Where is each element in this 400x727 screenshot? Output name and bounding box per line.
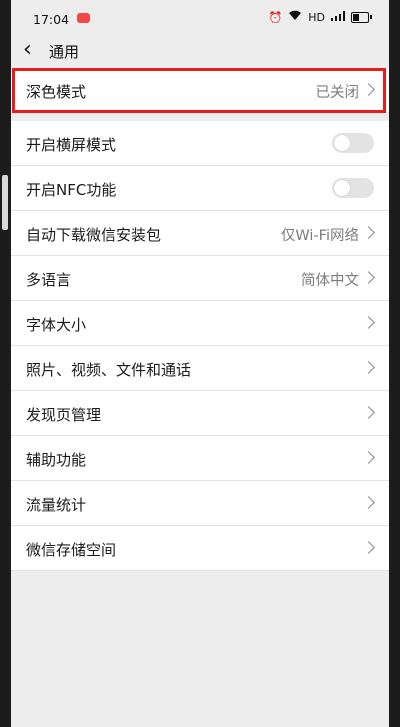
setting-media-calls[interactable]: 照片、视频、文件和通话	[11, 346, 389, 391]
setting-label: 开启横屏模式	[26, 136, 117, 154]
chevron-right-icon	[362, 451, 375, 464]
setting-dark-mode[interactable]: 深色模式 已关闭	[11, 68, 389, 113]
chevron-right-icon	[362, 541, 375, 554]
landscape-toggle[interactable]	[332, 133, 374, 153]
battery-icon	[351, 11, 372, 23]
chevron-right-icon	[362, 406, 375, 419]
signal-icon	[331, 10, 345, 24]
setting-label: 深色模式	[26, 83, 87, 101]
status-bar: 17:04 ⏰ HD	[11, 0, 389, 36]
page-title: 通用	[49, 43, 80, 61]
setting-label: 多语言	[26, 271, 72, 289]
setting-data-usage[interactable]: 流量统计	[11, 481, 389, 526]
notification-icon	[77, 13, 90, 23]
chevron-right-icon	[362, 361, 375, 374]
setting-nfc: 开启NFC功能	[11, 166, 389, 211]
settings-list: 深色模式 已关闭 开启横屏模式 开启NFC功能 自动下载微信安装包 仅Wi-Fi…	[11, 68, 389, 571]
chevron-right-icon	[362, 316, 375, 329]
side-handle	[2, 175, 8, 230]
setting-value: 仅Wi-Fi网络	[280, 228, 359, 244]
setting-storage[interactable]: 微信存储空间	[11, 526, 389, 571]
setting-auto-download[interactable]: 自动下载微信安装包 仅Wi-Fi网络	[11, 211, 389, 256]
status-icons: ⏰ HD	[268, 10, 372, 24]
setting-label: 开启NFC功能	[26, 181, 117, 199]
setting-label: 发现页管理	[26, 406, 102, 424]
toggle-knob	[334, 135, 350, 151]
chevron-right-icon	[362, 496, 375, 509]
chevron-right-icon	[362, 83, 375, 96]
setting-language[interactable]: 多语言 简体中文	[11, 256, 389, 301]
setting-landscape-mode: 开启横屏模式	[11, 121, 389, 166]
setting-label: 流量统计	[26, 496, 87, 514]
chevron-left-icon[interactable]: ‹	[23, 39, 43, 62]
setting-value: 简体中文	[301, 273, 359, 289]
chevron-right-icon	[362, 226, 375, 239]
setting-label: 照片、视频、文件和通话	[26, 361, 192, 379]
setting-label: 字体大小	[26, 316, 87, 334]
setting-label: 自动下载微信安装包	[26, 226, 162, 244]
hd-label: HD	[308, 10, 325, 24]
toggle-knob	[334, 180, 350, 196]
setting-accessibility[interactable]: 辅助功能	[11, 436, 389, 481]
alarm-icon: ⏰	[268, 10, 283, 24]
phone-screen: 17:04 ⏰ HD ‹ 通用 深色模式 已关闭 开启横屏模式 开启NFC功能 …	[11, 0, 389, 727]
setting-discover-management[interactable]: 发现页管理	[11, 391, 389, 436]
setting-label: 辅助功能	[26, 451, 87, 469]
setting-font-size[interactable]: 字体大小	[11, 301, 389, 346]
wifi-icon	[288, 10, 302, 24]
status-time: 17:04	[33, 12, 70, 27]
chevron-right-icon	[362, 271, 375, 284]
nfc-toggle[interactable]	[332, 178, 374, 198]
setting-label: 微信存储空间	[26, 541, 117, 559]
nav-bar: ‹ 通用	[11, 36, 389, 66]
setting-value: 已关闭	[315, 85, 360, 101]
